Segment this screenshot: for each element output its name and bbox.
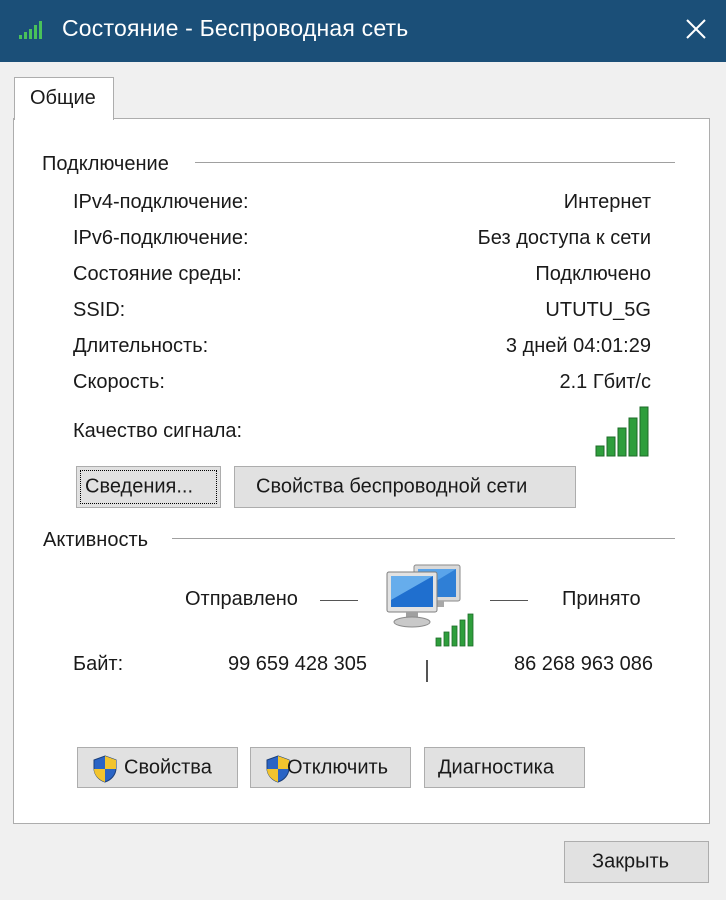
ipv6-label: IPv6-подключение: — [73, 227, 249, 249]
ipv4-value: Интернет — [563, 191, 651, 213]
wireless-properties-button-label: Свойства беспроводной сети — [256, 475, 528, 498]
media-state-value: Подключено — [535, 263, 651, 285]
duration-value: 3 дней 04:01:29 — [505, 335, 651, 357]
network-computers-icon — [386, 564, 474, 647]
tab-general-label: Общие — [30, 87, 96, 109]
signal-bars-icon — [19, 21, 42, 39]
details-button-label: Сведения... — [85, 475, 194, 498]
details-button[interactable]: Сведения... — [76, 466, 221, 508]
media-state-label: Состояние среды: — [73, 263, 242, 285]
bytes-separator — [426, 660, 428, 682]
received-label: Принято — [562, 588, 641, 610]
duration-label: Длительность: — [73, 335, 209, 357]
close-button[interactable]: Закрыть — [564, 841, 709, 883]
properties-button[interactable]: Свойства — [77, 747, 238, 788]
speed-value: 2.1 Гбит/с — [559, 371, 651, 393]
connection-divider — [195, 162, 675, 163]
ipv4-label: IPv4-подключение: — [73, 191, 249, 213]
properties-button-label: Свойства — [124, 756, 212, 778]
window-title: Состояние - Беспроводная сеть — [62, 15, 409, 41]
close-button-label: Закрыть — [592, 850, 670, 873]
wireless-properties-button[interactable]: Свойства беспроводной сети — [234, 466, 576, 508]
ssid-value: UTUTU_5G — [545, 299, 651, 321]
close-window-button[interactable] — [664, 0, 726, 62]
signal-quality-icon — [595, 406, 649, 457]
received-connector-line — [490, 600, 528, 601]
sent-label: Отправлено — [185, 588, 298, 610]
disconnect-button[interactable]: Отключить — [250, 747, 411, 788]
ssid-label: SSID: — [73, 299, 126, 321]
close-icon — [686, 19, 706, 39]
diagnostics-button[interactable]: Диагностика — [424, 747, 585, 788]
connection-section-title: Подключение — [42, 153, 177, 176]
diagnostics-button-label: Диагностика — [438, 756, 554, 778]
tab-general[interactable]: Общие — [14, 77, 114, 120]
sent-bytes-value: 99 659 428 305 — [227, 653, 367, 675]
activity-divider — [172, 538, 675, 539]
bytes-label: Байт: — [73, 653, 124, 675]
uac-shield-icon — [93, 755, 117, 783]
received-bytes-value: 86 268 963 086 — [513, 653, 653, 675]
activity-section-title: Активность — [43, 529, 157, 552]
speed-label: Скорость: — [73, 371, 165, 393]
sent-connector-line — [320, 600, 358, 601]
disconnect-button-label: Отключить — [287, 756, 389, 778]
ipv6-value: Без доступа к сети — [477, 227, 651, 249]
signal-quality-label: Качество сигнала: — [73, 420, 243, 442]
title-bar: Состояние - Беспроводная сеть — [0, 0, 726, 62]
